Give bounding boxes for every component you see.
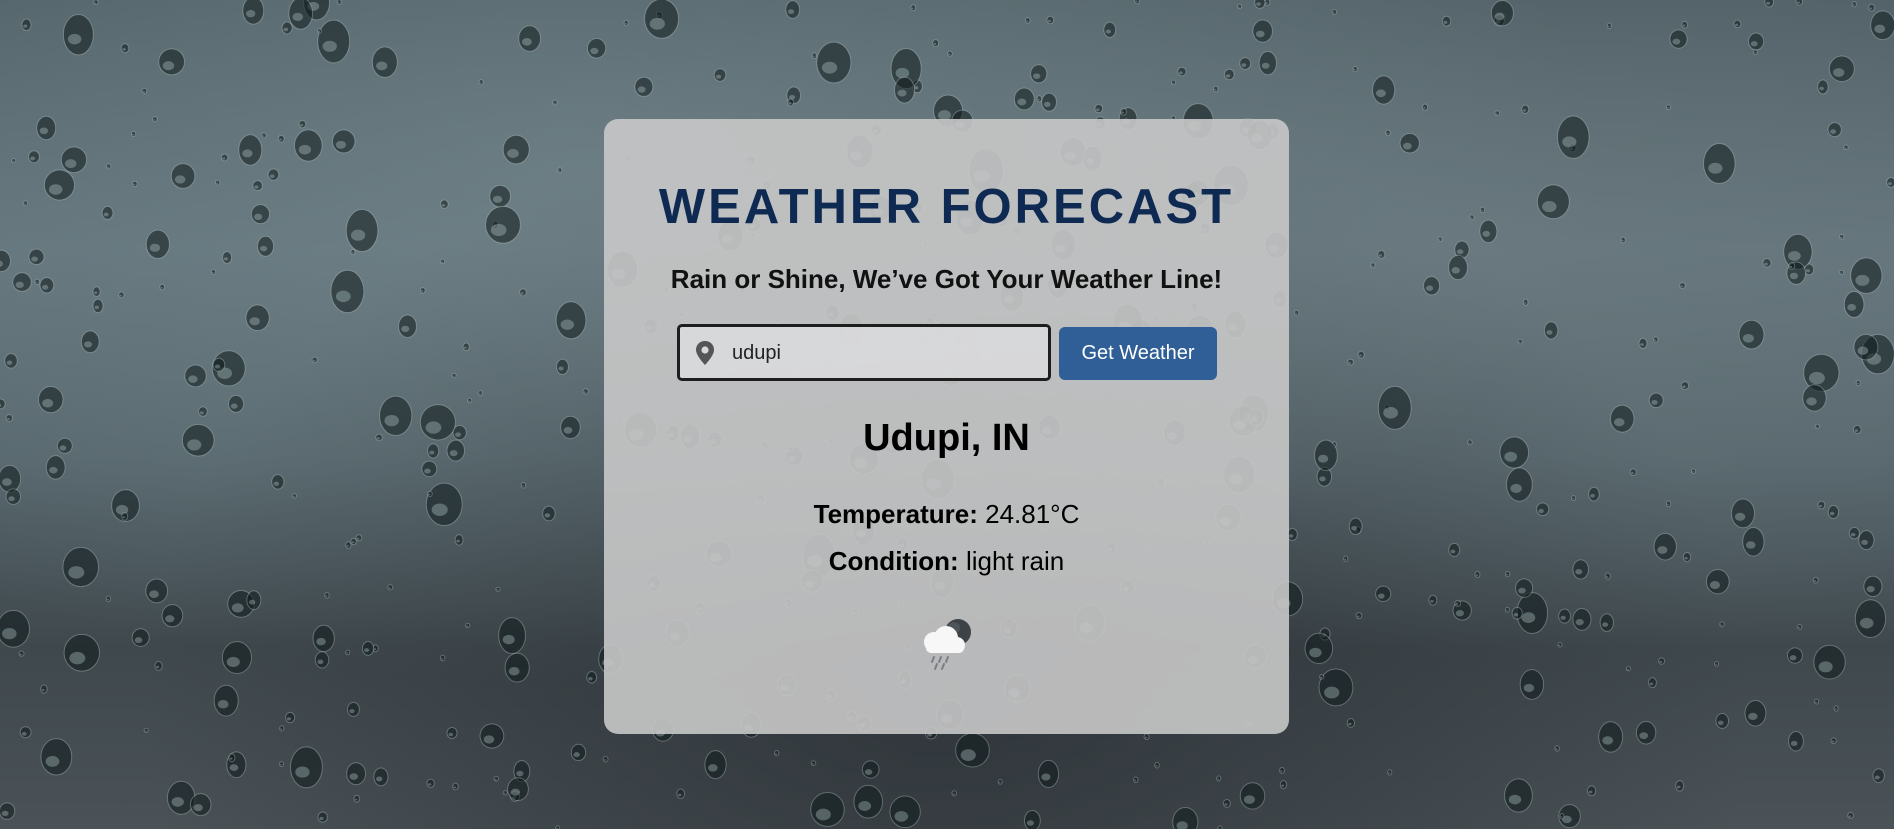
condition-label: Condition:: [828, 546, 959, 576]
city-search-box[interactable]: [677, 324, 1051, 381]
temperature-line: Temperature: 24.81°C: [604, 499, 1289, 530]
city-name: Udupi, IN: [863, 417, 1030, 459]
page-title: WEATHER FORECAST: [658, 180, 1235, 234]
rain-cloud-icon: [924, 619, 971, 670]
temperature-value: 24.81°C: [985, 499, 1080, 529]
weather-card: WEATHER FORECAST Rain or Shine, We’ve Go…: [604, 119, 1289, 734]
city-search-input[interactable]: [732, 335, 1032, 371]
condition-line: Condition: light rain: [604, 546, 1289, 577]
tagline: Rain or Shine, We’ve Got Your Weather Li…: [670, 264, 1223, 294]
get-weather-button[interactable]: Get Weather: [1059, 327, 1217, 380]
search-row: Get Weather: [677, 324, 1217, 381]
condition-value: light rain: [965, 546, 1065, 576]
temperature-label: Temperature:: [813, 499, 978, 529]
location-pin-icon: [696, 341, 714, 365]
